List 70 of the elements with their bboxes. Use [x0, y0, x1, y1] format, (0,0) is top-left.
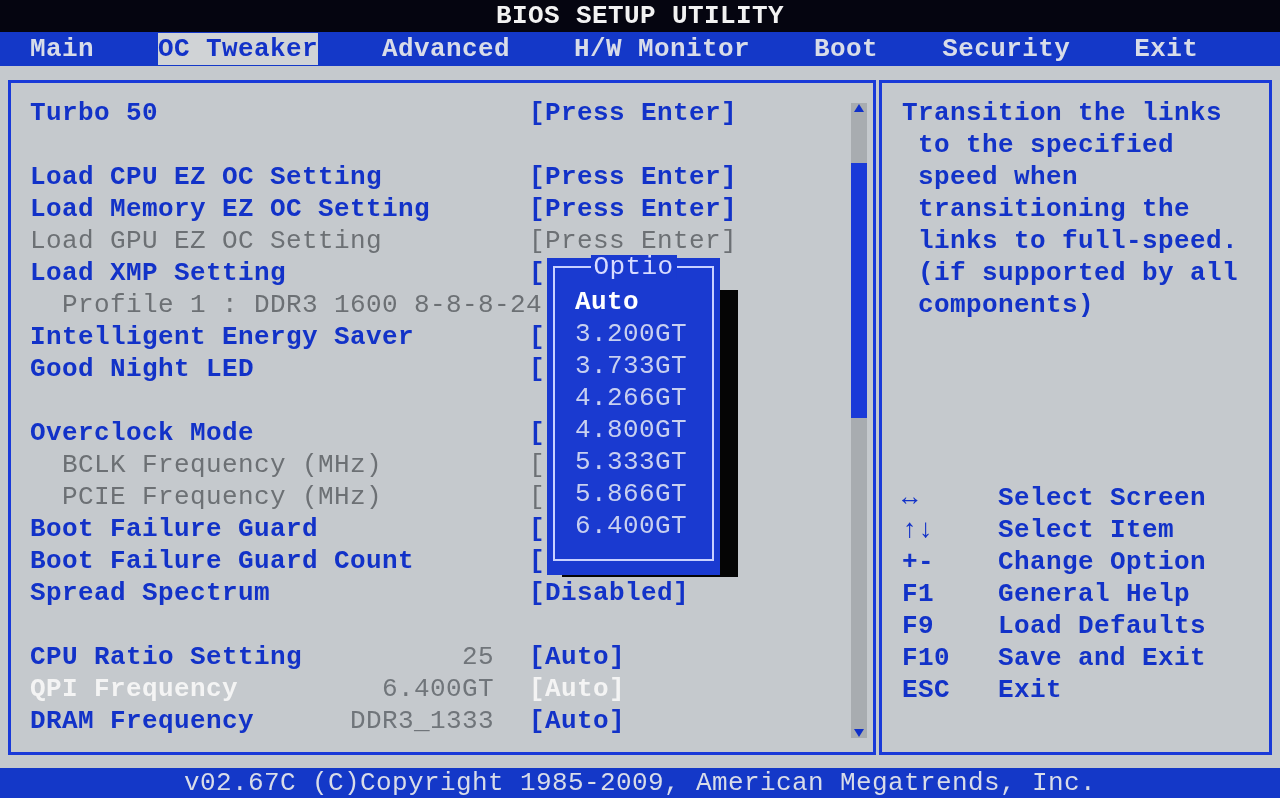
menu-tab[interactable]: Advanced: [382, 33, 511, 65]
popup-title: Optio: [590, 255, 677, 279]
key-hint: +-: [902, 546, 935, 578]
setting-label[interactable]: Load XMP Setting: [30, 257, 287, 289]
help-text: transitioning the: [918, 194, 1191, 224]
setting-label[interactable]: Good Night LED: [30, 353, 255, 385]
setting-label[interactable]: DRAM Frequency: [30, 705, 255, 737]
setting-value[interactable]: [: [529, 514, 545, 544]
key-action: Select Screen: [998, 483, 1207, 513]
key-action: General Help: [998, 579, 1191, 609]
menu-tab[interactable]: Exit: [1134, 33, 1199, 65]
setting-value[interactable]: [: [529, 546, 545, 576]
option-item[interactable]: 3.200GT: [575, 318, 712, 350]
key-hint: F9: [902, 610, 935, 642]
window-title: BIOS SETUP UTILITY: [495, 0, 784, 32]
key-hint: ↑↓: [902, 514, 935, 546]
setting-value[interactable]: [Press Enter]: [529, 162, 738, 192]
menu-tab[interactable]: Main: [30, 33, 94, 65]
setting-value[interactable]: [Auto]: [529, 642, 625, 672]
help-text: Transition the links: [902, 98, 1223, 128]
option-item[interactable]: 6.400GT: [575, 510, 712, 542]
key-hint: ↔: [902, 482, 919, 514]
setting-value[interactable]: [Disabled]: [529, 578, 690, 608]
help-text: components): [918, 290, 1095, 320]
option-item[interactable]: 4.800GT: [575, 414, 712, 446]
setting-value[interactable]: [: [529, 354, 545, 384]
setting-value[interactable]: [: [529, 258, 545, 288]
setting-value[interactable]: [: [529, 322, 545, 352]
help-text: links to full-speed.: [918, 226, 1239, 256]
option-item[interactable]: 5.333GT: [575, 446, 712, 478]
menu-tab[interactable]: Security: [942, 33, 1071, 65]
setting-label[interactable]: Overclock Mode: [30, 417, 255, 449]
option-item[interactable]: 4.266GT: [575, 382, 712, 414]
setting-value[interactable]: [: [529, 418, 545, 448]
key-action: Load Defaults: [998, 611, 1207, 641]
setting-reading: 25: [462, 641, 494, 673]
setting-label[interactable]: Turbo 50: [30, 97, 159, 129]
option-item[interactable]: Auto: [575, 286, 712, 318]
help-text: to the specified: [918, 130, 1175, 160]
setting-reading: 6.400GT: [381, 673, 494, 705]
setting-label[interactable]: Load CPU EZ OC Setting: [30, 161, 383, 193]
option-item[interactable]: 3.733GT: [575, 350, 712, 382]
setting-reading: DDR3_1333: [349, 705, 494, 737]
key-hint: F1: [902, 578, 935, 610]
setting-label[interactable]: CPU Ratio Setting: [30, 641, 303, 673]
setting-label[interactable]: Load Memory EZ OC Setting: [30, 193, 431, 225]
scroll-up-icon[interactable]: [853, 103, 865, 113]
key-hint: F10: [902, 642, 951, 674]
setting-label[interactable]: Boot Failure Guard Count: [30, 545, 415, 577]
setting-value[interactable]: [Auto]: [529, 706, 625, 736]
setting-label[interactable]: Intelligent Energy Saver: [30, 321, 415, 353]
setting-value[interactable]: [Press Enter]: [529, 98, 738, 128]
scrollbar[interactable]: [851, 103, 867, 738]
menu-tab[interactable]: H/W Monitor: [574, 33, 751, 65]
key-action: Select Item: [998, 515, 1175, 545]
menu-tab[interactable]: Boot: [814, 33, 879, 65]
key-action: Exit: [998, 675, 1062, 705]
help-text: speed when: [918, 162, 1079, 192]
scroll-down-icon[interactable]: [853, 728, 865, 738]
copyright-text: v02.67C (C)Copyright 1985-2009, American Megatrends, Inc.: [183, 768, 1097, 798]
scrollbar-thumb[interactable]: [851, 163, 867, 418]
setting-value[interactable]: [Press Enter]: [529, 194, 738, 224]
option-item[interactable]: 5.866GT: [575, 478, 712, 510]
key-action: Change Option: [998, 547, 1207, 577]
help-text: (if supported by all: [918, 258, 1239, 288]
setting-label[interactable]: Spread Spectrum: [30, 577, 271, 609]
menu-tab[interactable]: OC Tweaker: [158, 33, 319, 65]
key-action: Save and Exit: [998, 643, 1207, 673]
setting-label[interactable]: Boot Failure Guard: [30, 513, 319, 545]
key-hint: ESC: [902, 674, 951, 706]
